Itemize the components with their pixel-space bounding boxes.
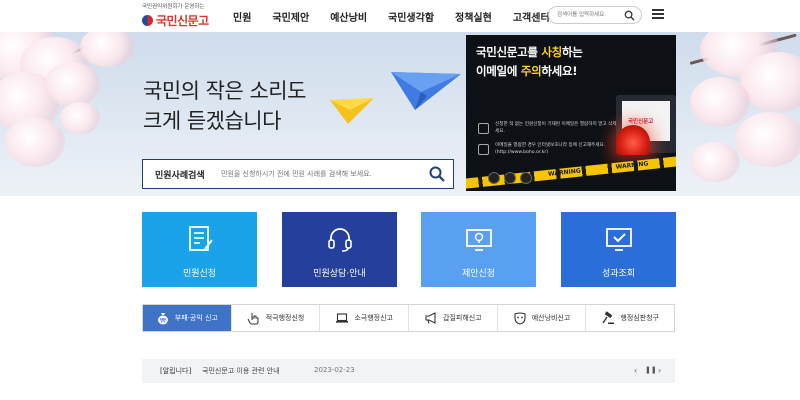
logo-name: 국민신문고 — [156, 14, 209, 28]
siren-icon — [616, 125, 650, 155]
report-category-bar: ₩ 부패·공익 신고 적극행정신청 소극행정신고 갑질피해신고 예산낭비신고 행… — [142, 304, 675, 332]
hero-title-line1: 국민의 작은 소리도 — [143, 79, 306, 103]
nav-item-policy[interactable]: 정책실현 — [455, 9, 492, 24]
mask-icon — [514, 312, 526, 325]
blossom-decoration — [5, 117, 65, 167]
cat-label: 예산낭비신고 — [531, 314, 571, 322]
blossom-decoration — [80, 32, 135, 67]
laptop-icon — [336, 313, 349, 323]
case-search-label: 민원사례검색 — [155, 171, 205, 181]
nav-item-customer-center[interactable]: 고객센터 — [513, 9, 550, 24]
nav-item-proposal[interactable]: 국민제안 — [272, 9, 309, 24]
pause-icon[interactable]: ❚❚ — [645, 365, 657, 376]
cat-corruption-report[interactable]: ₩ 부패·공익 신고 — [143, 305, 232, 331]
tile-label: 제안신청 — [461, 269, 496, 279]
phishing-warning-banner[interactable]: 국민신문고를 사칭하는 이메일에 주의하세요! 신청한 적 없는 민원신청이 기… — [466, 35, 676, 191]
banner-headline-1: 국민신문고를 사칭하는 — [476, 45, 583, 59]
cat-power-abuse[interactable]: 갑질피해신고 — [409, 305, 498, 331]
cat-label: 소극행정신고 — [354, 314, 393, 322]
cat-active-admin[interactable]: 적극행정신청 — [232, 305, 321, 331]
tile-result-inquiry[interactable]: 성과조회 — [561, 212, 676, 287]
logo-tagline: 국민권익위원회가 운영하는 — [142, 4, 205, 10]
trash-icon — [478, 123, 489, 134]
banner-headline-2: 이메일에 주의하세요! — [476, 64, 578, 78]
page: 국민권익위원회가 운영하는 국민신문고 민원 국민제안 예산낭비 국민생각함 정… — [0, 0, 800, 400]
gavel-icon — [602, 311, 615, 324]
banner-item: 이메일을 열람한 경우 인터넷보호나라 등에 신고해주세요. (http://w… — [478, 142, 628, 156]
monitor-lightbulb-icon — [465, 229, 492, 251]
svg-text:₩: ₩ — [160, 318, 166, 325]
menu-icon[interactable] — [652, 9, 664, 21]
blue-paper-plane-icon — [391, 72, 461, 110]
header: 국민권익위원회가 운영하는 국민신문고 민원 국민제안 예산낭비 국민생각함 정… — [0, 0, 800, 32]
notice-bar: [알립니다] 국민신문고 이용 관련 안내 2023-02-23 ‹ ❚❚ › — [142, 359, 675, 383]
chevron-right-icon[interactable]: › — [658, 365, 661, 376]
money-bag-icon: ₩ — [157, 313, 168, 325]
document-edit-icon — [188, 226, 213, 251]
report-icon — [478, 144, 489, 155]
banner-dot[interactable] — [520, 172, 532, 184]
cat-passive-admin[interactable]: 소극행정신고 — [320, 305, 410, 331]
header-search-input[interactable] — [557, 9, 623, 21]
hero-section: 국민의 작은 소리도 크게 듣겠습니다 민원사례검색 — [0, 32, 800, 196]
blossom-decoration — [60, 102, 100, 134]
nav-item-opinion[interactable]: 국민생각함 — [388, 9, 434, 24]
banner-pagination — [488, 172, 536, 184]
cat-label: 부패·공익 신고 — [174, 314, 218, 322]
headset-icon — [327, 228, 352, 252]
cat-budget-waste[interactable]: 예산낭비신고 — [498, 305, 587, 331]
case-search-box: 민원사례검색 — [142, 159, 454, 189]
search-icon[interactable] — [429, 166, 445, 182]
cat-label: 행정심판청구 — [620, 314, 660, 322]
notice-date: 2023-02-23 — [314, 366, 355, 374]
notice-label: [알립니다] — [160, 367, 192, 375]
blossom-decoration — [45, 62, 100, 107]
main-nav: 민원 국민제안 예산낭비 국민생각함 정책실현 고객센터 — [233, 0, 571, 32]
logo[interactable]: 국민권익위원회가 운영하는 국민신문고 — [142, 4, 214, 28]
banner-item: 신청한 적 없는 민원신청이 기재된 이메일은 열람하지 말고 삭제해주세요. — [478, 121, 628, 135]
tile-label: 성과조회 — [601, 269, 636, 279]
laptop-screen-text: 국민신문고 — [628, 119, 654, 125]
cat-admin-appeal[interactable]: 행정심판청구 — [586, 305, 674, 331]
banner-dot[interactable] — [488, 172, 500, 184]
tile-label: 민원상담·안내 — [313, 269, 366, 279]
tile-proposal-apply[interactable]: 제안신청 — [421, 212, 536, 287]
cat-label: 갑질피해신고 — [443, 314, 482, 322]
cat-label: 적극행정신청 — [265, 314, 305, 322]
megaphone-icon — [425, 312, 436, 324]
monitor-check-icon — [605, 228, 632, 251]
tile-minwon-apply[interactable]: 민원신청 — [142, 212, 257, 287]
notice-title[interactable]: 국민신문고 이용 관련 안내 — [202, 366, 280, 376]
chevron-left-icon[interactable]: ‹ — [634, 365, 637, 376]
header-search — [548, 6, 642, 24]
blossom-decoration — [690, 77, 750, 127]
nav-item-budget-waste[interactable]: 예산낭비 — [330, 9, 367, 24]
tile-consult-guide[interactable]: 민원상담·안내 — [282, 212, 397, 287]
hero-title-line2: 크게 듣겠습니다 — [143, 109, 281, 133]
blossom-decoration — [735, 112, 800, 167]
blossom-decoration — [690, 142, 740, 182]
yellow-paper-plane-icon — [330, 98, 374, 124]
nav-item-minwon[interactable]: 민원 — [233, 9, 251, 24]
banner-dot[interactable] — [504, 172, 516, 184]
emblem-icon — [142, 15, 153, 26]
case-search-input[interactable] — [221, 167, 421, 181]
search-icon[interactable] — [624, 10, 635, 21]
hand-pointer-icon — [247, 313, 259, 325]
tile-label: 민원신청 — [182, 269, 217, 279]
